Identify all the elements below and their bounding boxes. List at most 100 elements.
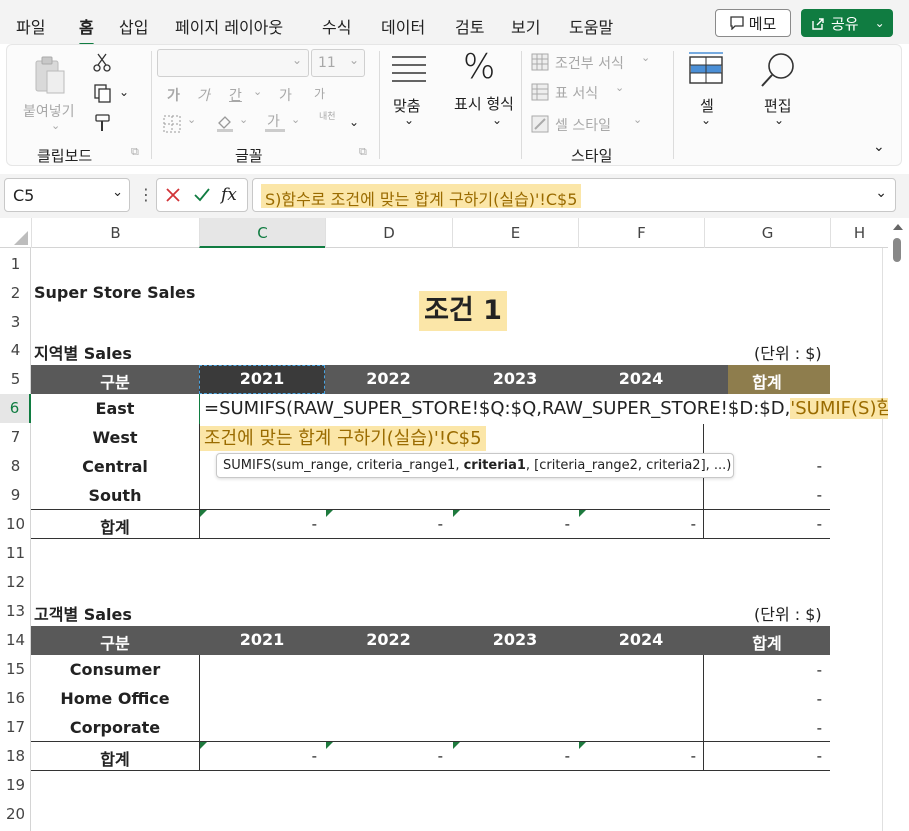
enter-check-icon[interactable] (193, 187, 211, 203)
formula-input[interactable]: S)함수로 조건에 맞는 합계 구하기(실습)'!C$5 ⌄ (252, 178, 896, 212)
customer-total-cell[interactable]: - (704, 747, 822, 765)
row-header[interactable]: 4 (0, 336, 31, 365)
row-header[interactable]: 3 (0, 308, 31, 337)
row-header[interactable]: 20 (0, 800, 31, 829)
customer-row-label[interactable]: Consumer (31, 660, 199, 679)
row-header[interactable]: 5 (0, 365, 31, 394)
customer-total-label[interactable]: 합계 (31, 746, 199, 770)
fill-color-icon[interactable] (215, 113, 235, 133)
row-header[interactable]: 7 (0, 423, 31, 452)
customer-row-label[interactable]: Home Office (31, 689, 199, 708)
format-painter-icon[interactable] (93, 113, 113, 133)
dialog-launcher-icon[interactable]: ⧉ (131, 145, 139, 159)
borders-icon[interactable] (163, 115, 181, 133)
insert-function-icon[interactable]: fx (221, 185, 237, 205)
share-button[interactable]: 공유 ⌄ (801, 9, 893, 37)
region-header-total[interactable]: 합계 (704, 369, 830, 393)
region-total-cell[interactable]: - (578, 515, 696, 533)
cell-style-button[interactable]: 셀 스타일 (555, 115, 611, 135)
collapse-ribbon-icon[interactable]: ⌄ (873, 139, 885, 155)
column-header-f[interactable]: F (578, 218, 704, 248)
region-header-2024[interactable]: 2024 (578, 369, 704, 388)
bold-button[interactable]: 가 (167, 85, 180, 105)
underline-button[interactable]: 간 (229, 85, 242, 105)
region-header-label[interactable]: 구분 (31, 369, 199, 393)
column-header-c[interactable]: C (199, 218, 325, 248)
chevron-down-icon[interactable]: ⌄ (641, 51, 650, 64)
shrink-font-button[interactable]: 가 (314, 85, 325, 102)
row-header[interactable]: 12 (0, 568, 31, 597)
column-header-b[interactable]: B (31, 218, 199, 248)
customer-total-cell[interactable]: - (704, 661, 822, 679)
column-header-d[interactable]: D (325, 218, 452, 248)
editing-button[interactable]: 편집 ⌄ (751, 49, 807, 141)
cell-edit-line[interactable]: 조건에 맞는 합계 구하기(실습)'!C$5 (200, 424, 486, 454)
region-heading[interactable]: 지역별 Sales (34, 340, 132, 364)
row-header[interactable]: 16 (0, 684, 31, 713)
column-header-g[interactable]: G (704, 218, 830, 248)
font-size-select[interactable]: 11 ⌄ (311, 49, 365, 77)
scrollbar-thumb[interactable] (893, 238, 901, 262)
cut-icon[interactable] (93, 53, 111, 73)
customer-header-2023[interactable]: 2023 (452, 630, 578, 649)
row-header[interactable]: 15 (0, 655, 31, 684)
row-header[interactable]: 8 (0, 452, 31, 481)
chevron-down-icon[interactable]: ⌄ (615, 81, 624, 94)
chevron-down-icon[interactable]: ⌄ (291, 113, 300, 126)
select-all-button[interactable] (0, 218, 31, 248)
customer-total-cell[interactable]: - (704, 719, 822, 737)
cell-edit-line[interactable]: =SUMIFS(RAW_SUPER_STORE!$Q:$Q,RAW_SUPER_… (200, 394, 909, 424)
region-row-label[interactable]: Central (31, 457, 199, 476)
customer-header-2024[interactable]: 2024 (578, 630, 704, 649)
chevron-down-icon[interactable]: ⌄ (119, 85, 129, 99)
customer-row-label[interactable]: Corporate (31, 718, 199, 737)
grow-font-button[interactable]: 가 (279, 85, 292, 105)
row-header[interactable]: 11 (0, 539, 31, 568)
cancel-icon[interactable] (165, 187, 181, 203)
tab-data[interactable]: 데이터 (381, 14, 425, 38)
dialog-launcher-icon[interactable]: ⧉ (359, 145, 367, 159)
region-total-cell[interactable]: - (199, 515, 317, 533)
customer-header-label[interactable]: 구분 (31, 630, 199, 654)
customer-header-2021[interactable]: 2021 (199, 630, 325, 649)
row-header[interactable]: 1 (0, 250, 31, 279)
condition-title[interactable]: 조건 1 (419, 291, 507, 331)
font-name-select[interactable]: ⌄ (157, 49, 309, 77)
italic-button[interactable]: 가 (197, 85, 210, 105)
vertical-scrollbar[interactable] (888, 218, 909, 831)
customer-unit[interactable]: (단위 : $) (754, 601, 822, 625)
chevron-down-icon[interactable]: ⌄ (239, 113, 248, 126)
row-header[interactable]: 2 (0, 279, 31, 308)
customer-total-cell[interactable]: - (452, 747, 570, 765)
number-format-button[interactable]: % 표시 형식 ⌄ (447, 47, 517, 141)
chevron-down-icon[interactable]: ⌄ (253, 85, 262, 98)
region-total-cell[interactable]: - (452, 515, 570, 533)
cells-button[interactable]: 셀 ⌄ (683, 49, 731, 141)
row-header[interactable]: 19 (0, 771, 31, 800)
tab-formulas[interactable]: 수식 (322, 14, 351, 38)
phonetic-button[interactable]: 내천 (319, 109, 336, 122)
region-header-2023[interactable]: 2023 (452, 369, 578, 388)
region-total-label[interactable]: 합계 (31, 514, 199, 538)
region-header-2021[interactable]: 2021 (199, 369, 325, 388)
chevron-down-icon[interactable]: ⌄ (633, 113, 642, 126)
conditional-format-button[interactable]: 조건부 서식 (555, 53, 624, 73)
region-header-2022[interactable]: 2022 (325, 369, 452, 388)
region-total-cell[interactable]: - (704, 486, 822, 504)
memo-button[interactable]: 메모 (715, 9, 791, 37)
format-table-button[interactable]: 표 서식 (555, 83, 598, 103)
row-header[interactable]: 14 (0, 626, 31, 655)
customer-header-total[interactable]: 합계 (704, 630, 830, 654)
name-box[interactable]: C5 ⌄ (4, 178, 130, 212)
region-row-label[interactable]: East (31, 399, 199, 418)
column-header-h[interactable]: H (830, 218, 888, 248)
row-header[interactable]: 18 (0, 742, 31, 771)
tab-page-layout[interactable]: 페이지 레이아웃 (175, 14, 283, 38)
row-header[interactable]: 9 (0, 481, 31, 510)
store-title[interactable]: Super Store Sales (34, 283, 195, 302)
customer-total-cell[interactable]: - (325, 747, 443, 765)
expand-formula-icon[interactable]: ⌄ (875, 185, 887, 201)
customer-total-cell[interactable]: - (199, 747, 317, 765)
alignment-button[interactable]: 맞춤 ⌄ (385, 51, 435, 139)
customer-heading[interactable]: 고객별 Sales (34, 601, 132, 625)
